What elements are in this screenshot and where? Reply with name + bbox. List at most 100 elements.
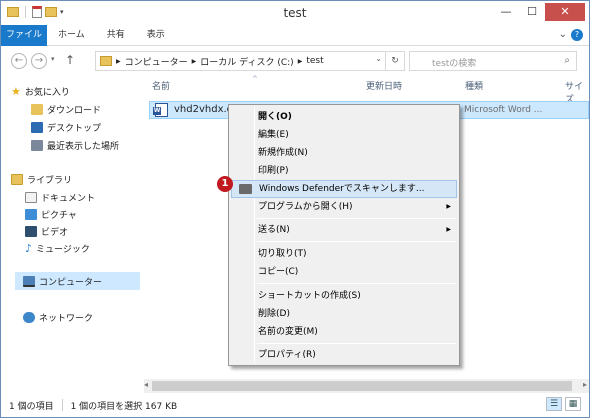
scrollbar-thumb[interactable]: [152, 381, 572, 391]
details-view-icon[interactable]: ☰: [546, 397, 562, 411]
horizontal-scrollbar[interactable]: ◂ ▸: [144, 379, 589, 393]
menu-item-copy[interactable]: コピー(C): [231, 263, 457, 281]
context-menu: 開く(O) 編集(E) 新規作成(N) 印刷(P) Windows Defend…: [228, 104, 460, 366]
menu-item-open-with[interactable]: プログラムから開く(H) ▶: [231, 198, 457, 216]
title-bar: ▾ test — ☐ ✕: [1, 1, 589, 25]
nav-documents[interactable]: ドキュメント: [25, 189, 95, 205]
sort-up-icon: ^: [252, 75, 258, 83]
search-placeholder: testの検索: [432, 59, 477, 69]
recent-places-icon: [31, 139, 43, 151]
folder-icon: [100, 56, 112, 66]
search-input[interactable]: testの検索 ⌕: [409, 51, 577, 71]
nav-label: コンピューター: [39, 277, 103, 288]
forward-button[interactable]: →: [31, 53, 47, 69]
scroll-left-icon[interactable]: ◂: [144, 380, 148, 389]
nav-label: お気に入り: [24, 87, 70, 98]
menu-item-new[interactable]: 新規作成(N): [231, 144, 457, 162]
status-item-count: 1 個の項目: [9, 401, 54, 412]
menu-item-print[interactable]: 印刷(P): [231, 162, 457, 180]
menu-separator: [257, 241, 456, 242]
tab-view[interactable]: 表示: [136, 25, 176, 46]
menu-item-open[interactable]: 開く(O): [231, 108, 457, 126]
expand-ribbon-icon[interactable]: ⌄: [559, 29, 567, 40]
menu-item-defender-scan[interactable]: Windows Defenderでスキャンします...: [231, 180, 457, 198]
file-type: Microsoft Word ...: [464, 105, 543, 115]
nav-label: ビデオ: [41, 227, 69, 238]
nav-desktop[interactable]: デスクトップ: [31, 119, 101, 135]
menu-separator: [257, 343, 456, 344]
recent-locations-icon[interactable]: ▾: [51, 55, 55, 63]
ribbon-tabs: ファイル ホーム 共有 表示 ⌄ ?: [1, 24, 589, 46]
help-icon[interactable]: ?: [571, 29, 583, 41]
music-icon: ♪: [25, 241, 33, 255]
menu-item-properties[interactable]: プロパティ(R): [231, 346, 457, 364]
menu-item-cut[interactable]: 切り取り(T): [231, 245, 457, 263]
nav-favorites[interactable]: ★ お気に入り: [11, 83, 70, 99]
menu-separator: [257, 283, 456, 284]
nav-label: ダウンロード: [47, 105, 102, 116]
computer-icon: [23, 275, 35, 287]
breadcrumb-separator[interactable]: ▶: [192, 58, 197, 65]
minimize-button[interactable]: —: [493, 3, 519, 21]
status-bar: 1 個の項目 1 個の項目を選択 167 KB ☰ ▦: [1, 393, 589, 417]
tab-share[interactable]: 共有: [96, 25, 136, 46]
maximize-button[interactable]: ☐: [519, 3, 545, 21]
nav-network[interactable]: ネットワーク: [23, 309, 93, 325]
nav-recent-places[interactable]: 最近表示した場所: [31, 137, 119, 153]
word-document-icon: W: [153, 103, 168, 117]
column-header-date[interactable]: 更新日時: [366, 79, 402, 92]
menu-item-label: 送る(N): [258, 225, 290, 235]
tab-home[interactable]: ホーム: [47, 25, 96, 46]
menu-separator: [257, 218, 456, 219]
navigation-pane: ★ お気に入り ダウンロード デスクトップ 最近表示した場所 ライブラリ ドキュ…: [1, 75, 144, 393]
nav-music[interactable]: ♪ ミュージック: [25, 240, 90, 256]
tab-file[interactable]: ファイル: [1, 24, 47, 46]
nav-libraries[interactable]: ライブラリ: [11, 171, 72, 187]
documents-icon: [25, 191, 37, 203]
column-header-type[interactable]: 種類: [465, 79, 483, 92]
nav-label: ピクチャ: [41, 210, 77, 221]
address-dropdown-icon[interactable]: ⌄: [375, 54, 382, 63]
libraries-icon: [11, 173, 23, 185]
refresh-button[interactable]: ↻: [385, 51, 405, 71]
breadcrumb-local-disk[interactable]: ローカル ディスク (C:): [200, 55, 293, 68]
nav-label: ライブラリ: [27, 175, 73, 186]
breadcrumb-test[interactable]: test: [306, 56, 323, 66]
network-icon: [23, 311, 35, 323]
breadcrumb-separator[interactable]: ▶: [298, 58, 303, 65]
nav-computer[interactable]: コンピューター: [23, 273, 102, 289]
nav-label: ドキュメント: [41, 193, 96, 204]
menu-item-send-to[interactable]: 送る(N) ▶: [231, 221, 457, 239]
search-icon[interactable]: ⌕: [564, 55, 570, 66]
pictures-icon: [25, 208, 37, 220]
column-header-name[interactable]: 名前: [152, 79, 170, 92]
breadcrumb-separator[interactable]: ▶: [116, 58, 121, 65]
breadcrumb-computer[interactable]: コンピューター: [125, 55, 188, 68]
desktop-icon: [31, 121, 43, 133]
star-icon: ★: [11, 84, 21, 98]
close-button[interactable]: ✕: [545, 3, 585, 21]
submenu-arrow-icon: ▶: [446, 203, 451, 210]
status-selection: 1 個の項目を選択 167 KB: [70, 401, 178, 412]
menu-item-delete[interactable]: 削除(D): [231, 305, 457, 323]
nav-label: ミュージック: [36, 244, 90, 255]
nav-videos[interactable]: ビデオ: [25, 223, 68, 239]
submenu-arrow-icon: ▶: [446, 226, 451, 233]
address-box[interactable]: ▶ コンピューター ▶ ローカル ディスク (C:) ▶ test ⌄ ↻: [95, 51, 405, 71]
address-bar-row: ← → ▾ ↑ ▶ コンピューター ▶ ローカル ディスク (C:) ▶ tes…: [1, 47, 589, 75]
menu-item-rename[interactable]: 名前の変更(M): [231, 323, 457, 341]
back-button[interactable]: ←: [11, 53, 27, 69]
menu-item-label: プログラムから開く(H): [258, 202, 353, 212]
nav-downloads[interactable]: ダウンロード: [31, 101, 101, 117]
menu-item-create-shortcut[interactable]: ショートカットの作成(S): [231, 287, 457, 305]
nav-label: デスクトップ: [47, 123, 102, 134]
scroll-right-icon[interactable]: ▸: [583, 380, 587, 389]
up-button[interactable]: ↑: [65, 53, 75, 67]
nav-pictures[interactable]: ピクチャ: [25, 206, 77, 222]
nav-label: 最近表示した場所: [47, 141, 120, 152]
nav-label: ネットワーク: [39, 313, 94, 324]
menu-item-edit[interactable]: 編集(E): [231, 126, 457, 144]
large-icons-view-icon[interactable]: ▦: [565, 397, 581, 411]
callout-badge: 1: [217, 176, 233, 192]
window-controls: — ☐ ✕: [493, 3, 585, 21]
